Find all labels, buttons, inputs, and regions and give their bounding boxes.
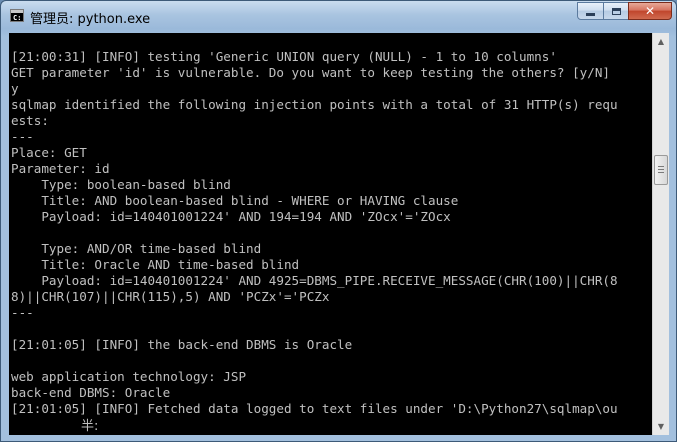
scrollbar-thumb[interactable]: [654, 155, 668, 185]
console-line: Payload: id=140401001224' AND 4925=DBMS_…: [11, 273, 618, 288]
console-line: GET parameter 'id' is vulnerable. Do you…: [11, 65, 610, 80]
console-line: back-end DBMS: Oracle: [11, 385, 171, 400]
console-icon[interactable]: C:: [10, 9, 24, 22]
close-icon: ✕: [644, 4, 656, 18]
console-line: Place: GET: [11, 145, 87, 160]
console-line: sqlmap identified the following injectio…: [11, 97, 618, 112]
console-line: [21:01:05] [INFO] the back-end DBMS is O…: [11, 337, 353, 352]
title-bar[interactable]: C: 管理员: python.exe ✕: [1, 1, 676, 33]
console-text: [21:00:31] [INFO] testing 'Generic UNION…: [11, 49, 618, 417]
scroll-up-arrow-icon[interactable]: ▲: [653, 33, 669, 50]
ime-status-indicator: 半:: [81, 419, 99, 434]
maximize-button[interactable]: [603, 2, 629, 20]
maximize-icon: [611, 7, 621, 15]
console-line: ests:: [11, 113, 49, 128]
console-line: ---: [11, 305, 34, 320]
console-line: Title: Oracle AND time-based blind: [11, 257, 300, 272]
console-line: [21:00:31] [INFO] testing 'Generic UNION…: [11, 49, 557, 64]
console-line: Payload: id=140401001224' AND 194=194 AN…: [11, 209, 451, 224]
console-output[interactable]: [21:00:31] [INFO] testing 'Generic UNION…: [9, 33, 652, 435]
console-line: Type: AND/OR time-based blind: [11, 241, 262, 256]
scrollbar-grip-icon: [658, 166, 664, 173]
console-line: Type: boolean-based blind: [11, 177, 231, 192]
console-line: y: [11, 81, 19, 96]
close-button[interactable]: ✕: [628, 2, 672, 20]
caption-buttons: ✕: [577, 2, 672, 20]
console-line: ---: [11, 129, 34, 144]
console-window: C: 管理员: python.exe ✕ [21:00:31] [INFO] t…: [0, 0, 677, 442]
console-line: web application technology: JSP: [11, 369, 247, 384]
vertical-scrollbar[interactable]: ▲ ▼: [652, 33, 669, 435]
scroll-down-arrow-icon[interactable]: ▼: [653, 418, 669, 435]
console-line: [21:01:05] [INFO] Fetched data logged to…: [11, 401, 618, 416]
window-title: 管理员: python.exe: [30, 12, 151, 27]
console-line: Title: AND boolean-based blind - WHERE o…: [11, 193, 459, 208]
console-line: Parameter: id: [11, 161, 110, 176]
minimize-button[interactable]: [577, 2, 604, 20]
minimize-icon: [586, 12, 595, 16]
console-line: 8)||CHR(107)||CHR(115),5) AND 'PCZx'='PC…: [11, 289, 330, 304]
